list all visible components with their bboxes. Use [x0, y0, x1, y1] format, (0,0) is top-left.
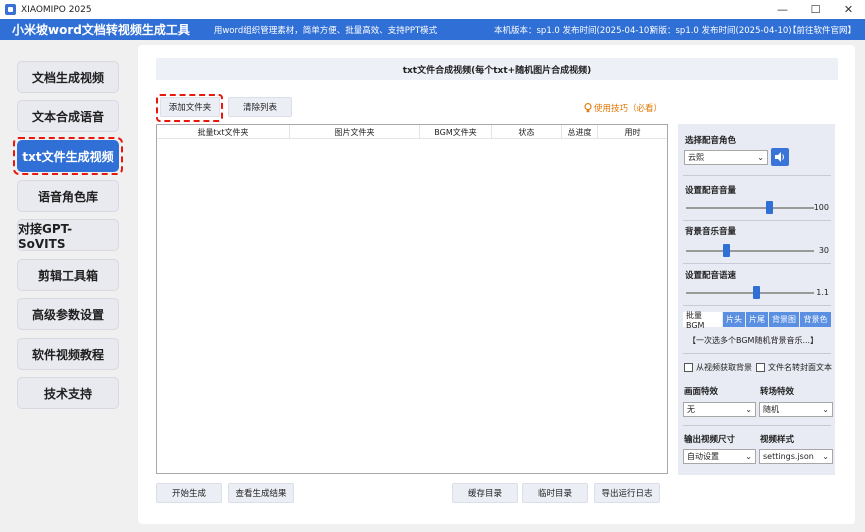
chevron-down-icon: ⌄	[822, 452, 829, 461]
local-version: 本机版本：sp1.0 发布时间(2025-04-10)	[494, 25, 653, 36]
voice-role-select[interactable]: 云熙 ⌄	[684, 150, 768, 165]
new-version: 新版：sp1.0 发布时间(2025-04-10)	[650, 25, 792, 36]
transition-value: 随机	[763, 405, 779, 414]
column-header[interactable]: BGM文件夹	[420, 125, 492, 139]
temp-dir-button[interactable]: 临时目录	[522, 483, 588, 503]
window-title: XIAOMIPO 2025	[21, 4, 92, 15]
chevron-down-icon: ⌄	[822, 405, 829, 414]
tab-batch-bgm[interactable]: 批量BGM	[683, 311, 723, 330]
sidebar-item-doc-to-video[interactable]: 文档生成视频	[17, 61, 119, 93]
website-link[interactable]: 【前往软件官网】	[788, 24, 856, 36]
output-size-label: 输出视频尺寸	[684, 435, 736, 445]
title-bar: XIAOMIPO 2025 — ☐ ✕	[0, 0, 865, 19]
minimize-button[interactable]: —	[766, 0, 799, 19]
add-folder-highlight	[156, 94, 223, 122]
output-size-value: 自动设置	[687, 452, 719, 461]
voice-role-value: 云熙	[688, 153, 704, 162]
filename-cover-checkbox[interactable]: 文件名转封面文本	[756, 362, 832, 373]
divider	[683, 175, 831, 176]
column-header[interactable]: 批量txt文件夹	[157, 125, 290, 139]
cache-dir-button[interactable]: 缓存目录	[452, 483, 518, 503]
task-table[interactable]: 批量txt文件夹 图片文件夹 BGM文件夹 状态 总进度 用时	[156, 124, 668, 474]
divider	[683, 263, 831, 264]
bg-from-video-checkbox[interactable]: 从视频获取背景	[684, 362, 752, 373]
app-icon	[5, 4, 16, 15]
export-log-button[interactable]: 导出运行日志	[594, 483, 660, 503]
sidebar-item-advanced-settings[interactable]: 高级参数设置	[17, 298, 119, 330]
view-results-button[interactable]: 查看生成结果	[228, 483, 294, 503]
tab-bg-image[interactable]: 背景图	[769, 312, 800, 327]
column-header[interactable]: 状态	[492, 125, 562, 139]
column-header[interactable]: 图片文件夹	[290, 125, 420, 139]
app-tagline: 用word组织管理素材，简单方便、批量高效、支持PPT模式	[213, 25, 438, 36]
filename-cover-label: 文件名转封面文本	[768, 363, 832, 372]
lightbulb-icon	[584, 103, 592, 113]
sidebar-item-video-tutorial[interactable]: 软件视频教程	[17, 338, 119, 370]
bgm-volume-thumb[interactable]	[723, 244, 730, 257]
voice-speed-label: 设置配音语速	[685, 271, 737, 281]
video-style-select[interactable]: settings.json ⌄	[759, 449, 833, 464]
tips-label: 使用技巧（必看）	[594, 104, 663, 114]
app-title: 小米坡word文档转视频生成工具	[12, 23, 190, 37]
voice-speed-value: 1.1	[816, 288, 829, 297]
voice-volume-label: 设置配音音量	[685, 186, 737, 196]
start-generate-button[interactable]: 开始生成	[156, 483, 222, 503]
tips-link[interactable]: 使用技巧（必看）	[584, 102, 662, 114]
maximize-button[interactable]: ☐	[799, 0, 832, 19]
divider	[683, 220, 831, 221]
transition-label: 转场特效	[760, 387, 795, 397]
video-style-label: 视频样式	[760, 435, 795, 445]
divider	[683, 425, 831, 426]
settings-panel: 选择配音角色 云熙 ⌄ 设置配音音量 100 背景音乐音量 30 设置配音语速 …	[678, 124, 835, 475]
sidebar-item-gpt-sovits[interactable]: 对接GPT-SoVITS	[17, 219, 119, 251]
effect-select[interactable]: 无 ⌄	[683, 402, 756, 417]
bgm-volume-label: 背景音乐音量	[685, 227, 737, 237]
bg-from-video-label: 从视频获取背景	[696, 363, 752, 372]
effect-label: 画面特效	[684, 387, 719, 397]
bgm-select-link[interactable]: 【一次选多个BGM随机背景音乐...】	[688, 335, 818, 346]
chevron-down-icon: ⌄	[745, 405, 752, 414]
sidebar-item-text-to-speech[interactable]: 文本合成语音	[17, 100, 119, 132]
voice-role-label: 选择配音角色	[685, 136, 737, 146]
active-item-highlight	[13, 137, 123, 175]
chevron-down-icon: ⌄	[745, 452, 752, 461]
sidebar: 文档生成视频 文本合成语音 txt文件生成视频 语音角色库 对接GPT-SoVI…	[0, 40, 136, 532]
voice-speed-thumb[interactable]	[753, 286, 760, 299]
checkbox-box	[756, 363, 765, 372]
voice-volume-value: 100	[813, 203, 829, 212]
voice-volume-thumb[interactable]	[766, 201, 773, 214]
column-header[interactable]: 总进度	[562, 125, 598, 139]
bgm-tabs: 批量BGM 片头 片尾 背景图 背景色	[683, 311, 831, 330]
table-header: 批量txt文件夹 图片文件夹 BGM文件夹 状态 总进度 用时	[157, 125, 667, 139]
chevron-down-icon: ⌄	[757, 153, 764, 162]
voice-speed-slider[interactable]	[686, 292, 814, 294]
divider	[683, 305, 831, 306]
effect-value: 无	[687, 405, 695, 414]
divider	[683, 353, 831, 354]
app-header: 小米坡word文档转视频生成工具 用word组织管理素材，简单方便、批量高效、支…	[0, 19, 865, 40]
voice-volume-slider[interactable]	[686, 207, 814, 209]
column-header[interactable]: 用时	[598, 125, 667, 139]
tab-intro[interactable]: 片头	[723, 312, 746, 327]
clear-list-button[interactable]: 清除列表	[228, 97, 292, 117]
video-style-value: settings.json	[763, 452, 814, 461]
page-title: txt文件合成视频(每个txt+随机图片合成视频)	[156, 58, 838, 80]
close-button[interactable]: ✕	[832, 0, 865, 19]
tab-bg-color[interactable]: 背景色	[800, 312, 831, 327]
checkbox-box	[684, 363, 693, 372]
bgm-volume-value: 30	[818, 246, 829, 255]
main-panel: txt文件合成视频(每个txt+随机图片合成视频) 添加文件夹 清除列表 使用技…	[138, 45, 855, 524]
bgm-volume-slider[interactable]	[686, 250, 814, 252]
output-size-select[interactable]: 自动设置 ⌄	[683, 449, 756, 464]
speaker-icon	[775, 152, 784, 162]
sidebar-item-voice-library[interactable]: 语音角色库	[17, 180, 119, 212]
transition-select[interactable]: 随机 ⌄	[759, 402, 833, 417]
preview-voice-button[interactable]	[771, 148, 789, 166]
sidebar-item-tech-support[interactable]: 技术支持	[17, 377, 119, 409]
sidebar-item-edit-tools[interactable]: 剪辑工具箱	[17, 259, 119, 291]
tab-outro[interactable]: 片尾	[746, 312, 769, 327]
